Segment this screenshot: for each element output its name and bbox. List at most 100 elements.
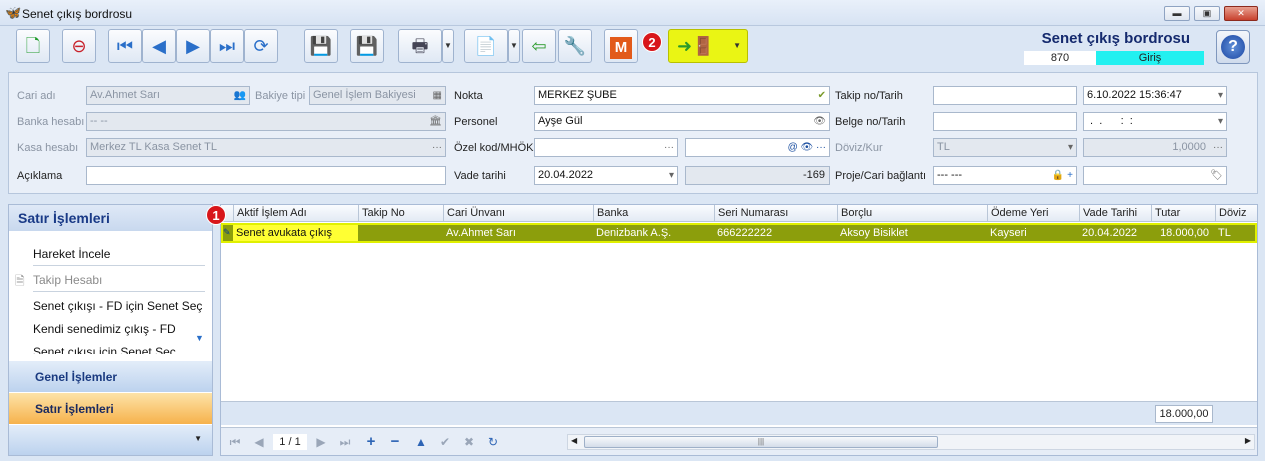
cancel-icon[interactable]: ✖: [461, 434, 477, 450]
col-aktif-islem[interactable]: Aktif İşlem Adı: [233, 205, 358, 222]
belge-label: Belge no/Tarih: [835, 116, 906, 128]
cell-vade-tarihi[interactable]: 20.04.2022: [1079, 225, 1151, 241]
cell-aktif-islem[interactable]: Senet avukata çıkış: [233, 225, 358, 241]
import-button[interactable]: ⇦: [522, 29, 556, 63]
scroll-down-icon[interactable]: ▼: [195, 333, 204, 343]
remove-row-icon[interactable]: −: [387, 434, 403, 450]
nokta-label: Nokta: [454, 90, 483, 102]
previous-record-button[interactable]: ◀: [142, 29, 176, 63]
dropdown-arrow-icon: ▾: [1217, 116, 1223, 127]
col-vade-tarihi[interactable]: Vade Tarihi: [1079, 205, 1151, 222]
table-row[interactable]: ✎ Senet avukata çıkış Av.Ahmet Sarı Deni…: [221, 223, 1257, 243]
print-dropdown-icon[interactable]: ▼: [442, 29, 454, 63]
col-odeme-yeri[interactable]: Ödeme Yeri: [987, 205, 1079, 222]
ellipsis-icon: ···: [432, 142, 442, 153]
nokta-field[interactable]: MERKEZ ŞUBE ✔: [534, 86, 830, 105]
col-doviz[interactable]: Döviz: [1215, 205, 1257, 222]
annotation-badge-2: 2: [642, 32, 662, 52]
next-record-button[interactable]: ▶: [176, 29, 210, 63]
belge-no-field[interactable]: [933, 112, 1077, 131]
divider: [33, 291, 205, 292]
delete-document-button[interactable]: ⊖: [62, 29, 96, 63]
exit-button[interactable]: ➜🚪 ▼: [668, 29, 748, 63]
kasa-hesabi-field[interactable]: Merkez TL Kasa Senet TL ···: [86, 138, 446, 157]
first-page-icon[interactable]: ⏮: [227, 434, 243, 450]
cell-seri-no[interactable]: 666222222: [714, 225, 837, 241]
col-banka[interactable]: Banka: [593, 205, 714, 222]
nav-satir-islemleri[interactable]: Satır İşlemleri: [9, 393, 212, 424]
at-eye-icon: @ 👁 ···: [787, 142, 826, 153]
print-button[interactable]: 🖶: [398, 29, 442, 63]
save-close-button[interactable]: 💾: [350, 29, 384, 63]
maximize-button[interactable]: ▣: [1194, 6, 1220, 21]
page-title: Senet çıkış bordrosu: [1041, 30, 1190, 47]
kendi-senedimiz-item[interactable]: Kendi senedimiz çıkış - FD: [33, 322, 176, 336]
takip-hesabi-item[interactable]: Takip Hesabı: [33, 273, 102, 287]
cell-takip-no[interactable]: [358, 225, 443, 241]
add-row-icon[interactable]: +: [363, 434, 379, 450]
row-actions-panel: Satır İşlemleri Hareket İncele 🗎 Takip H…: [8, 204, 213, 456]
grid-navigator: ⏮ ◀ 1 / 1 ▶ ⏭ + − ▲ ✔ ✖ ↻ ◀ ||| ▶: [221, 427, 1257, 455]
close-button[interactable]: ✕: [1224, 6, 1258, 21]
aciklama-field[interactable]: [86, 166, 446, 185]
cari-adi-field[interactable]: Av.Ahmet Sarı 👥: [86, 86, 250, 105]
kasa-hesabi-label: Kasa hesabı: [17, 142, 79, 154]
dropdown-arrow-icon: ▾: [668, 170, 674, 181]
senet-cikisi-fd-item[interactable]: Senet çıkışı - FD için Senet Seç: [33, 299, 202, 313]
save-disabled-button[interactable]: 💾: [304, 29, 338, 63]
refresh-grid-icon[interactable]: ↻: [485, 434, 501, 450]
kur-field[interactable]: 1,0000 ···: [1083, 138, 1227, 157]
cell-tutar[interactable]: 18.000,00: [1151, 225, 1213, 241]
title-bar: 🦋 Senet çıkış bordrosu ▬ ▣ ✕: [0, 0, 1265, 26]
cell-doviz[interactable]: TL: [1215, 225, 1245, 241]
refresh-button[interactable]: ⟳: [244, 29, 278, 63]
confirm-icon[interactable]: ✔: [437, 434, 453, 450]
last-record-button[interactable]: ⏭: [210, 29, 244, 63]
cell-borclu[interactable]: Aksoy Bisiklet: [837, 225, 987, 241]
ozel-kod-field[interactable]: ···: [534, 138, 678, 157]
hareket-incele-item[interactable]: Hareket İncele: [33, 247, 110, 261]
new-document-button[interactable]: 🗋: [16, 29, 50, 63]
last-page-icon[interactable]: ⏭: [337, 434, 353, 450]
people-icon: 👥: [233, 90, 246, 101]
bakiye-tipi-field[interactable]: Genel İşlem Bakiyesi ▦: [309, 86, 446, 105]
takip-hesabi-icon: 🗎: [15, 274, 25, 288]
senet-sec-item[interactable]: Senet çıkışı için Senet Seç: [33, 345, 176, 354]
nav-genel-islemler[interactable]: Genel İşlemler: [9, 361, 212, 392]
belge-tarih-field[interactable]: . . : : ▾: [1083, 112, 1227, 131]
cell-odeme-yeri[interactable]: Kayseri: [987, 225, 1079, 241]
scrollbar-thumb[interactable]: |||: [584, 436, 938, 448]
proje-2-field[interactable]: 🏷: [1083, 166, 1227, 185]
next-page-icon[interactable]: ▶: [313, 434, 329, 450]
prev-page-icon[interactable]: ◀: [251, 434, 267, 450]
col-cari-unvani[interactable]: Cari Ünvanı: [443, 205, 593, 222]
bakiye-tipi-label: Bakiye tipi: [255, 90, 306, 102]
help-button[interactable]: ?: [1216, 30, 1250, 64]
doviz-field[interactable]: TL ▾: [933, 138, 1077, 157]
col-seri-no[interactable]: Seri Numarası: [714, 205, 837, 222]
proje-field[interactable]: --- --- 🔒 +: [933, 166, 1077, 185]
takip-no-field[interactable]: [933, 86, 1077, 105]
takip-tarih-field[interactable]: 6.10.2022 15:36:47 ▾: [1083, 86, 1227, 105]
col-borclu[interactable]: Borçlu: [837, 205, 987, 222]
m-button[interactable]: M: [604, 29, 638, 63]
cell-cari-unvani[interactable]: Av.Ahmet Sarı: [443, 225, 593, 241]
horizontal-scrollbar[interactable]: ◀ ||| ▶: [567, 434, 1255, 450]
proje-label: Proje/Cari bağlantı: [835, 170, 927, 182]
first-record-button[interactable]: ⏮: [108, 29, 142, 63]
pdf-export-button[interactable]: 📄: [464, 29, 508, 63]
pdf-dropdown-icon[interactable]: ▼: [508, 29, 520, 63]
doviz-label: Döviz/Kur: [835, 142, 883, 154]
ozel-kod-2-field[interactable]: @ 👁 ···: [685, 138, 830, 157]
vade-field[interactable]: 20.04.2022 ▾: [534, 166, 678, 185]
col-tutar[interactable]: Tutar: [1151, 205, 1215, 222]
nav-more[interactable]: ▼: [9, 425, 212, 455]
col-takip-no[interactable]: Takip No: [358, 205, 443, 222]
personel-field[interactable]: Ayşe Gül 👁: [534, 112, 830, 131]
tools-button[interactable]: 🔧: [558, 29, 592, 63]
minimize-button[interactable]: ▬: [1164, 6, 1190, 21]
move-up-icon[interactable]: ▲: [413, 434, 429, 450]
user-search-icon: 👁: [813, 116, 826, 127]
banka-hesabi-field[interactable]: -- -- 🏛: [86, 112, 446, 131]
cell-banka[interactable]: Denizbank A.Ş.: [593, 225, 714, 241]
